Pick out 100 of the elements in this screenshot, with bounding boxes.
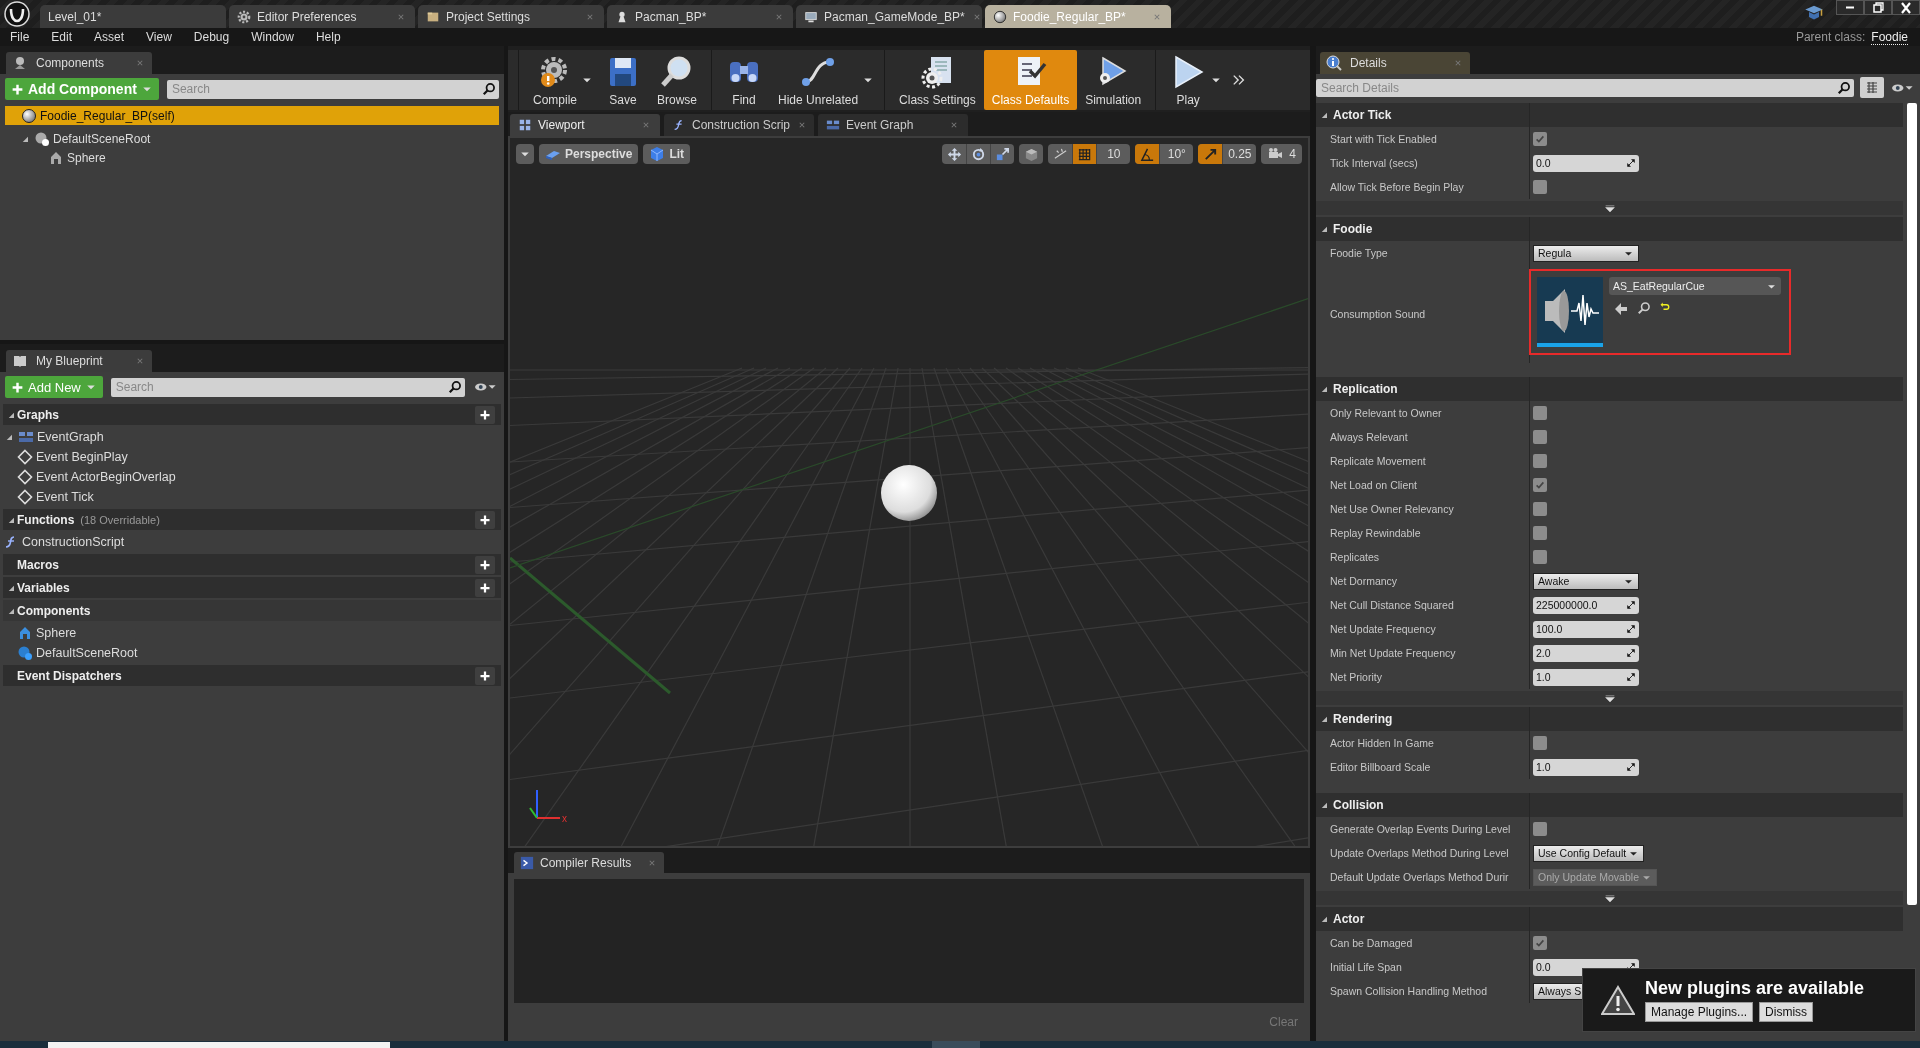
add-button[interactable] — [475, 578, 495, 597]
search-field[interactable]: Search — [110, 377, 465, 397]
panel-tab[interactable]: My Blueprint — [6, 350, 152, 372]
menu-item[interactable]: Window — [251, 30, 294, 44]
toolbar-button[interactable]: Class Settings — [891, 50, 984, 110]
angle-icon — [1139, 146, 1155, 162]
mesh-component-icon — [17, 625, 33, 641]
editor-tab[interactable]: Editor Preferences — [229, 5, 415, 28]
tree-item[interactable]: Event ActorBeginOverlap — [3, 467, 501, 487]
checkbox[interactable] — [1533, 502, 1547, 516]
tree-item[interactable]: Sphere — [5, 148, 499, 167]
checkbox[interactable] — [1533, 478, 1547, 492]
category-header[interactable]: Macros — [3, 554, 501, 575]
add-button[interactable] — [475, 510, 495, 529]
menu-item[interactable]: File — [10, 30, 30, 44]
panel-tab[interactable]: Components — [6, 52, 152, 74]
taskbar-search-field[interactable] — [48, 1042, 390, 1048]
checkbox[interactable] — [1533, 550, 1547, 564]
minimize-button[interactable] — [1836, 0, 1864, 15]
checkbox[interactable] — [1533, 736, 1547, 750]
category-header[interactable]: Variables — [3, 577, 501, 598]
toolbar-button[interactable]: Simulation — [1077, 50, 1150, 110]
document-tab[interactable]: Event Graph — [818, 114, 968, 136]
use-selected-arrow-icon[interactable] — [1613, 301, 1629, 317]
checkbox[interactable] — [1533, 936, 1547, 950]
camera-speed-button[interactable]: 4 — [1261, 144, 1302, 164]
sphere-icon — [993, 9, 1007, 24]
add-button[interactable] — [475, 666, 495, 685]
category-header[interactable]: Functions (18 Overridable) — [3, 509, 501, 530]
toolbar-button[interactable]: Save — [597, 50, 649, 110]
menu-item[interactable]: View — [146, 30, 172, 44]
lighting-button[interactable]: Lit — [643, 144, 691, 164]
view-mode-button[interactable]: Perspective — [539, 144, 639, 164]
editor-tab[interactable]: Project Settings — [418, 5, 604, 28]
toolbar-button[interactable]: Find — [718, 50, 771, 110]
checkbox[interactable] — [1533, 454, 1547, 468]
scrollbar[interactable] — [1907, 103, 1917, 905]
editor-tab[interactable]: Pacman_GameMode_BP* — [796, 5, 982, 28]
checkbox[interactable] — [1533, 822, 1547, 836]
search-icon[interactable] — [1637, 301, 1651, 315]
number-field[interactable]: 1.0 — [1533, 668, 1639, 686]
notification-button[interactable]: Dismiss — [1759, 1002, 1814, 1022]
snap-toggle[interactable] — [1135, 144, 1160, 164]
category-header[interactable]: Graphs — [3, 404, 501, 425]
number-field[interactable]: 0.0 — [1533, 154, 1639, 172]
tree-item[interactable]: Foodie_Regular_BP(self) — [5, 106, 499, 125]
panel-tab[interactable]: Details — [1320, 52, 1470, 74]
category-header[interactable]: Components — [3, 600, 501, 621]
restore-button[interactable] — [1864, 0, 1892, 15]
options-button[interactable] — [516, 144, 534, 164]
tree-item[interactable]: DefaultSceneRoot — [5, 129, 499, 148]
menu-item[interactable]: Asset — [94, 30, 125, 44]
plus-icon — [479, 581, 491, 594]
add-button[interactable] — [475, 555, 495, 574]
checkbox[interactable] — [1533, 526, 1547, 540]
property-label: Foodie Type — [1316, 241, 1530, 265]
tree-item[interactable]: Event BeginPlay — [3, 447, 501, 467]
dropdown[interactable]: Awake — [1533, 572, 1639, 590]
add-button[interactable] — [475, 405, 495, 424]
menu-item[interactable]: Edit — [51, 30, 73, 44]
editor-tab[interactable]: Level_01* — [40, 5, 226, 28]
number-field[interactable]: 100.0 — [1533, 620, 1639, 638]
toolbar-button[interactable]: Play — [1162, 50, 1215, 110]
dropdown[interactable]: Use Config Default — [1533, 844, 1645, 862]
asset-picker[interactable]: AS_EatRegularCue — [1609, 277, 1781, 295]
property-label: Net Use Owner Relevancy — [1316, 497, 1530, 521]
checkbox[interactable] — [1533, 430, 1547, 444]
tree-item[interactable]: EventGraph — [3, 427, 501, 447]
toolbar-button[interactable]: Browse — [649, 50, 706, 110]
snap-toggle[interactable] — [1072, 144, 1097, 164]
close-button[interactable] — [1892, 0, 1920, 15]
tree-item[interactable]: Sphere — [3, 623, 501, 643]
checkbox[interactable] — [1533, 180, 1547, 194]
property-label: Replicates — [1316, 545, 1530, 569]
search-field[interactable]: Search Details — [1316, 78, 1854, 97]
toolbar-button[interactable]: Hide Unrelated — [770, 50, 867, 110]
category-header[interactable]: Event Dispatchers — [3, 665, 501, 686]
document-tab[interactable]: Viewport — [510, 114, 660, 136]
number-field[interactable]: 1.0 — [1533, 758, 1639, 776]
number-field[interactable]: 225000000.0 — [1533, 596, 1639, 614]
spin-arrows-icon — [1626, 158, 1636, 168]
menu-item[interactable]: Debug — [193, 30, 230, 44]
number-field[interactable]: 2.0 — [1533, 644, 1639, 662]
menu-item[interactable]: Help — [315, 30, 341, 44]
dropdown[interactable]: Regula — [1533, 244, 1639, 262]
toolbar-button[interactable]: Compile — [525, 50, 585, 110]
tree-item[interactable]: Event Tick — [3, 487, 501, 507]
snap-toggle[interactable] — [1198, 144, 1223, 164]
search-field[interactable]: Search — [166, 79, 499, 99]
reset-arrow-icon[interactable] — [1659, 301, 1671, 313]
notification-button[interactable]: Manage Plugins... — [1645, 1002, 1754, 1022]
document-tab[interactable]: Construction Scrip — [664, 114, 814, 136]
editor-tab[interactable]: Pacman_BP* — [607, 5, 793, 28]
tree-item[interactable]: DefaultSceneRoot — [3, 643, 501, 663]
parent-class-link[interactable]: Foodie — [1871, 29, 1908, 45]
panel-tab[interactable]: Compiler Results — [514, 852, 664, 873]
view-options-button[interactable] — [1860, 77, 1884, 98]
checkbox[interactable] — [1533, 132, 1547, 146]
tree-item[interactable]: ConstructionScript — [3, 532, 501, 552]
checkbox[interactable] — [1533, 406, 1547, 420]
